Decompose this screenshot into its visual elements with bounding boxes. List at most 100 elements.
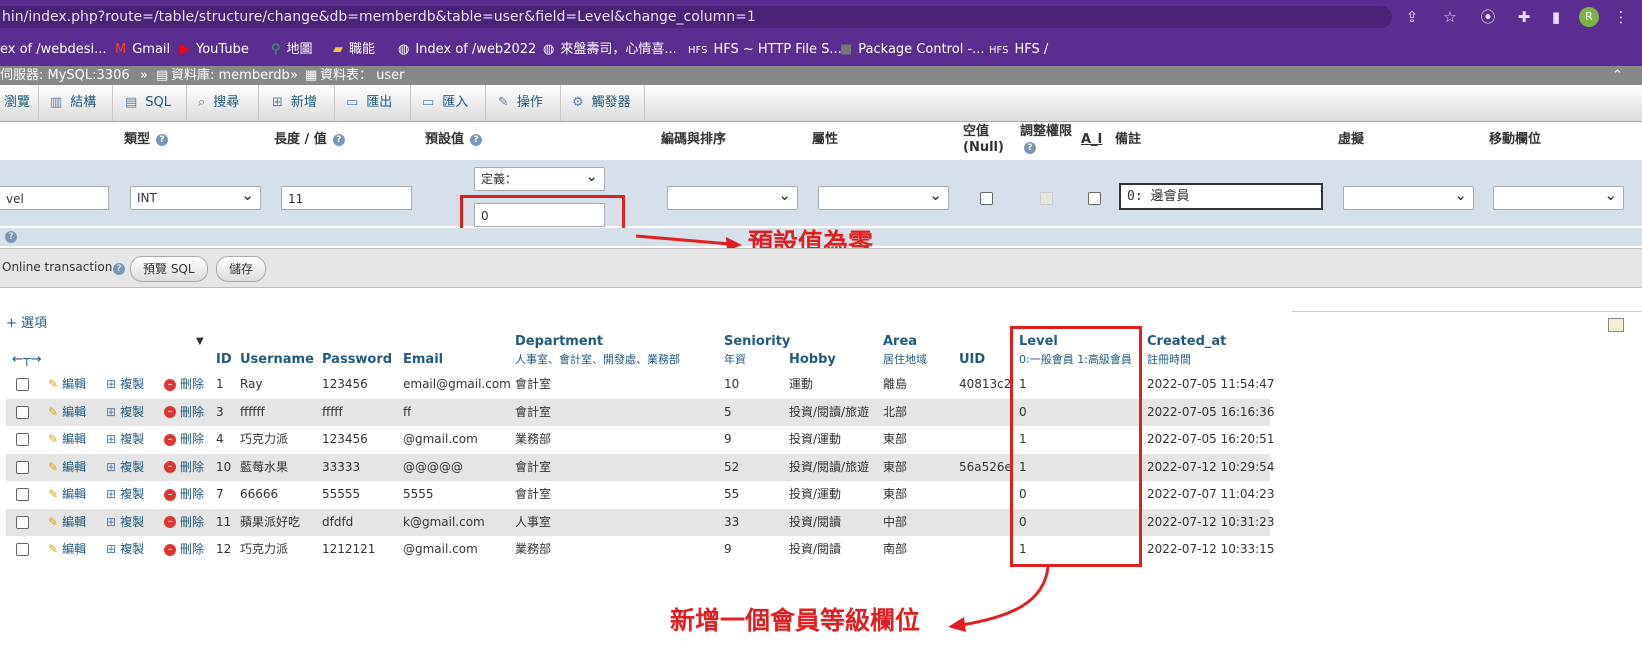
- col-department[interactable]: Department: [515, 334, 603, 350]
- row-checkbox[interactable]: [16, 433, 29, 446]
- tab-operations[interactable]: ✎ 操作: [498, 93, 543, 113]
- help-icon[interactable]: ?: [5, 231, 17, 243]
- cell-hobby: 投資/運動: [789, 487, 842, 501]
- bookmark-item[interactable]: HFS HFS /: [989, 34, 1048, 66]
- row-edit-link[interactable]: ✎ 編輯: [48, 426, 86, 452]
- row-checkbox[interactable]: [16, 405, 29, 419]
- col-password[interactable]: Password: [322, 352, 392, 368]
- col-username[interactable]: Username: [240, 352, 314, 368]
- tab-import[interactable]: ▭ 匯入: [422, 93, 468, 113]
- column-toggle-icon[interactable]: ←┬→: [12, 352, 42, 368]
- collation-select[interactable]: [667, 184, 798, 210]
- row-copy-link[interactable]: ⊞ 複製: [106, 371, 144, 397]
- map-pin-icon: ⚲: [271, 42, 281, 57]
- help-icon[interactable]: ?: [470, 133, 483, 146]
- row-copy-link[interactable]: ⊞ 複製: [106, 481, 144, 507]
- help-icon[interactable]: ?: [332, 133, 345, 146]
- default-type-select[interactable]: 定義：: [474, 165, 605, 191]
- row-copy-link[interactable]: ⊞ 複製: [106, 536, 144, 562]
- help-icon[interactable]: ?: [1024, 141, 1036, 154]
- col-seniority[interactable]: Seniority: [724, 334, 790, 350]
- tab-search[interactable]: ⌕ 搜尋: [198, 93, 239, 113]
- null-checkbox[interactable]: [980, 192, 993, 205]
- bookmark-item[interactable]: ▰ 職能: [333, 34, 375, 66]
- breadcrumb-table[interactable]: 資料表： user: [320, 66, 405, 85]
- pencil-icon: ✎: [48, 542, 59, 556]
- row-edit-link[interactable]: ✎ 編輯: [48, 536, 86, 562]
- bookmark-item[interactable]: ◍ Index of /web2022: [398, 34, 536, 66]
- tab-browse[interactable]: 瀏覽: [4, 93, 30, 113]
- puzzle-icon[interactable]: ✚: [1515, 8, 1533, 26]
- address-bar[interactable]: hin/index.php?route=/table/structure/cha…: [0, 6, 1392, 28]
- virtual-select[interactable]: [1343, 184, 1474, 210]
- note-icon[interactable]: [1608, 318, 1624, 332]
- row-edit-link[interactable]: ✎ 編輯: [48, 454, 86, 480]
- preview-sql-button[interactable]: 預覽 SQL: [130, 256, 208, 282]
- sidepanel-icon[interactable]: ▮: [1547, 8, 1565, 26]
- comment-textarea[interactable]: 0: 邊會員: [1119, 183, 1323, 210]
- sort-caret-icon[interactable]: ▼: [196, 336, 204, 347]
- bookmark-item[interactable]: ▶ YouTube: [180, 34, 249, 66]
- tab-triggers[interactable]: ⚙ 觸發器: [572, 93, 631, 113]
- menu-icon[interactable]: ⋮: [1612, 8, 1630, 26]
- bookmark-item[interactable]: M Gmail: [115, 34, 170, 66]
- type-select[interactable]: INT: [130, 184, 261, 210]
- col-id[interactable]: ID: [216, 352, 232, 368]
- insert-icon: ⊞: [272, 95, 283, 110]
- delete-icon: –: [164, 543, 176, 556]
- cell-hobby: 投資/運動: [789, 432, 842, 446]
- collapse-icon[interactable]: ⌃: [1612, 66, 1623, 85]
- bookmark-item[interactable]: ⚲ 地圖: [271, 34, 313, 66]
- col-area-comment: 居住地域: [883, 353, 927, 366]
- row-edit-link[interactable]: ✎ 編輯: [48, 481, 86, 507]
- row-checkbox[interactable]: [16, 378, 29, 391]
- row-delete-link[interactable]: – 刪除: [164, 426, 204, 452]
- row-edit-link[interactable]: ✎ 編輯: [48, 371, 86, 397]
- row-copy-link[interactable]: ⊞ 複製: [106, 426, 144, 452]
- row-copy-link[interactable]: ⊞ 複製: [106, 399, 144, 425]
- row-checkbox[interactable]: [16, 460, 29, 474]
- cell-email: email@gmail.com: [403, 377, 511, 391]
- star-icon[interactable]: ☆: [1441, 8, 1459, 26]
- row-copy-link[interactable]: ⊞ 複製: [106, 509, 144, 535]
- row-delete-link[interactable]: – 刪除: [164, 454, 204, 480]
- row-copy-link[interactable]: ⊞ 複製: [106, 454, 144, 480]
- extension-icon[interactable]: ⦿: [1479, 8, 1497, 26]
- bookmark-item[interactable]: ◍ 來盤壽司，心情喜...: [543, 34, 677, 66]
- row-delete-link[interactable]: – 刪除: [164, 371, 204, 397]
- row-delete-link[interactable]: – 刪除: [164, 536, 204, 562]
- tab-export[interactable]: ▭ 匯出: [346, 93, 392, 113]
- ai-checkbox[interactable]: [1088, 192, 1101, 205]
- avatar[interactable]: R: [1579, 7, 1599, 27]
- breadcrumb-db[interactable]: 資料庫: memberdb: [171, 66, 290, 85]
- options-link[interactable]: + 選項: [6, 312, 47, 331]
- share-icon[interactable]: ⇪: [1403, 8, 1421, 26]
- length-input[interactable]: 11: [281, 186, 412, 210]
- breadcrumb-server[interactable]: 伺服器: MySQL:3306: [0, 66, 130, 85]
- save-button[interactable]: 儲存: [216, 256, 267, 282]
- row-checkbox[interactable]: [16, 515, 29, 529]
- attributes-select[interactable]: [818, 184, 949, 210]
- row-checkbox[interactable]: [16, 488, 29, 501]
- row-edit-link[interactable]: ✎ 編輯: [48, 399, 86, 425]
- column-name-input[interactable]: vel: [0, 186, 109, 210]
- row-edit-link[interactable]: ✎ 編輯: [48, 509, 86, 535]
- col-email[interactable]: Email: [403, 352, 443, 368]
- row-delete-link[interactable]: – 刪除: [164, 509, 204, 535]
- bookmark-item[interactable]: ex of /webdesi...: [0, 34, 107, 66]
- row-checkbox[interactable]: [16, 543, 29, 556]
- col-uid[interactable]: UID: [959, 352, 985, 368]
- col-created[interactable]: Created_at: [1147, 334, 1226, 350]
- tab-insert[interactable]: ⊞ 新增: [272, 93, 317, 113]
- col-area[interactable]: Area: [883, 334, 917, 350]
- row-delete-link[interactable]: – 刪除: [164, 481, 204, 507]
- col-hobby[interactable]: Hobby: [789, 352, 836, 368]
- tab-structure[interactable]: ▥ 結構: [50, 93, 96, 113]
- move-column-select[interactable]: [1493, 184, 1624, 210]
- bookmark-item[interactable]: HFS HFS ~ HTTP File S...: [688, 34, 842, 66]
- row-delete-link[interactable]: – 刪除: [164, 399, 204, 425]
- bookmark-item[interactable]: ■ Package Control -...: [840, 34, 985, 66]
- tab-sql[interactable]: ▤ SQL: [125, 93, 171, 113]
- help-icon[interactable]: ?: [156, 133, 169, 146]
- help-icon[interactable]: ?: [113, 263, 125, 275]
